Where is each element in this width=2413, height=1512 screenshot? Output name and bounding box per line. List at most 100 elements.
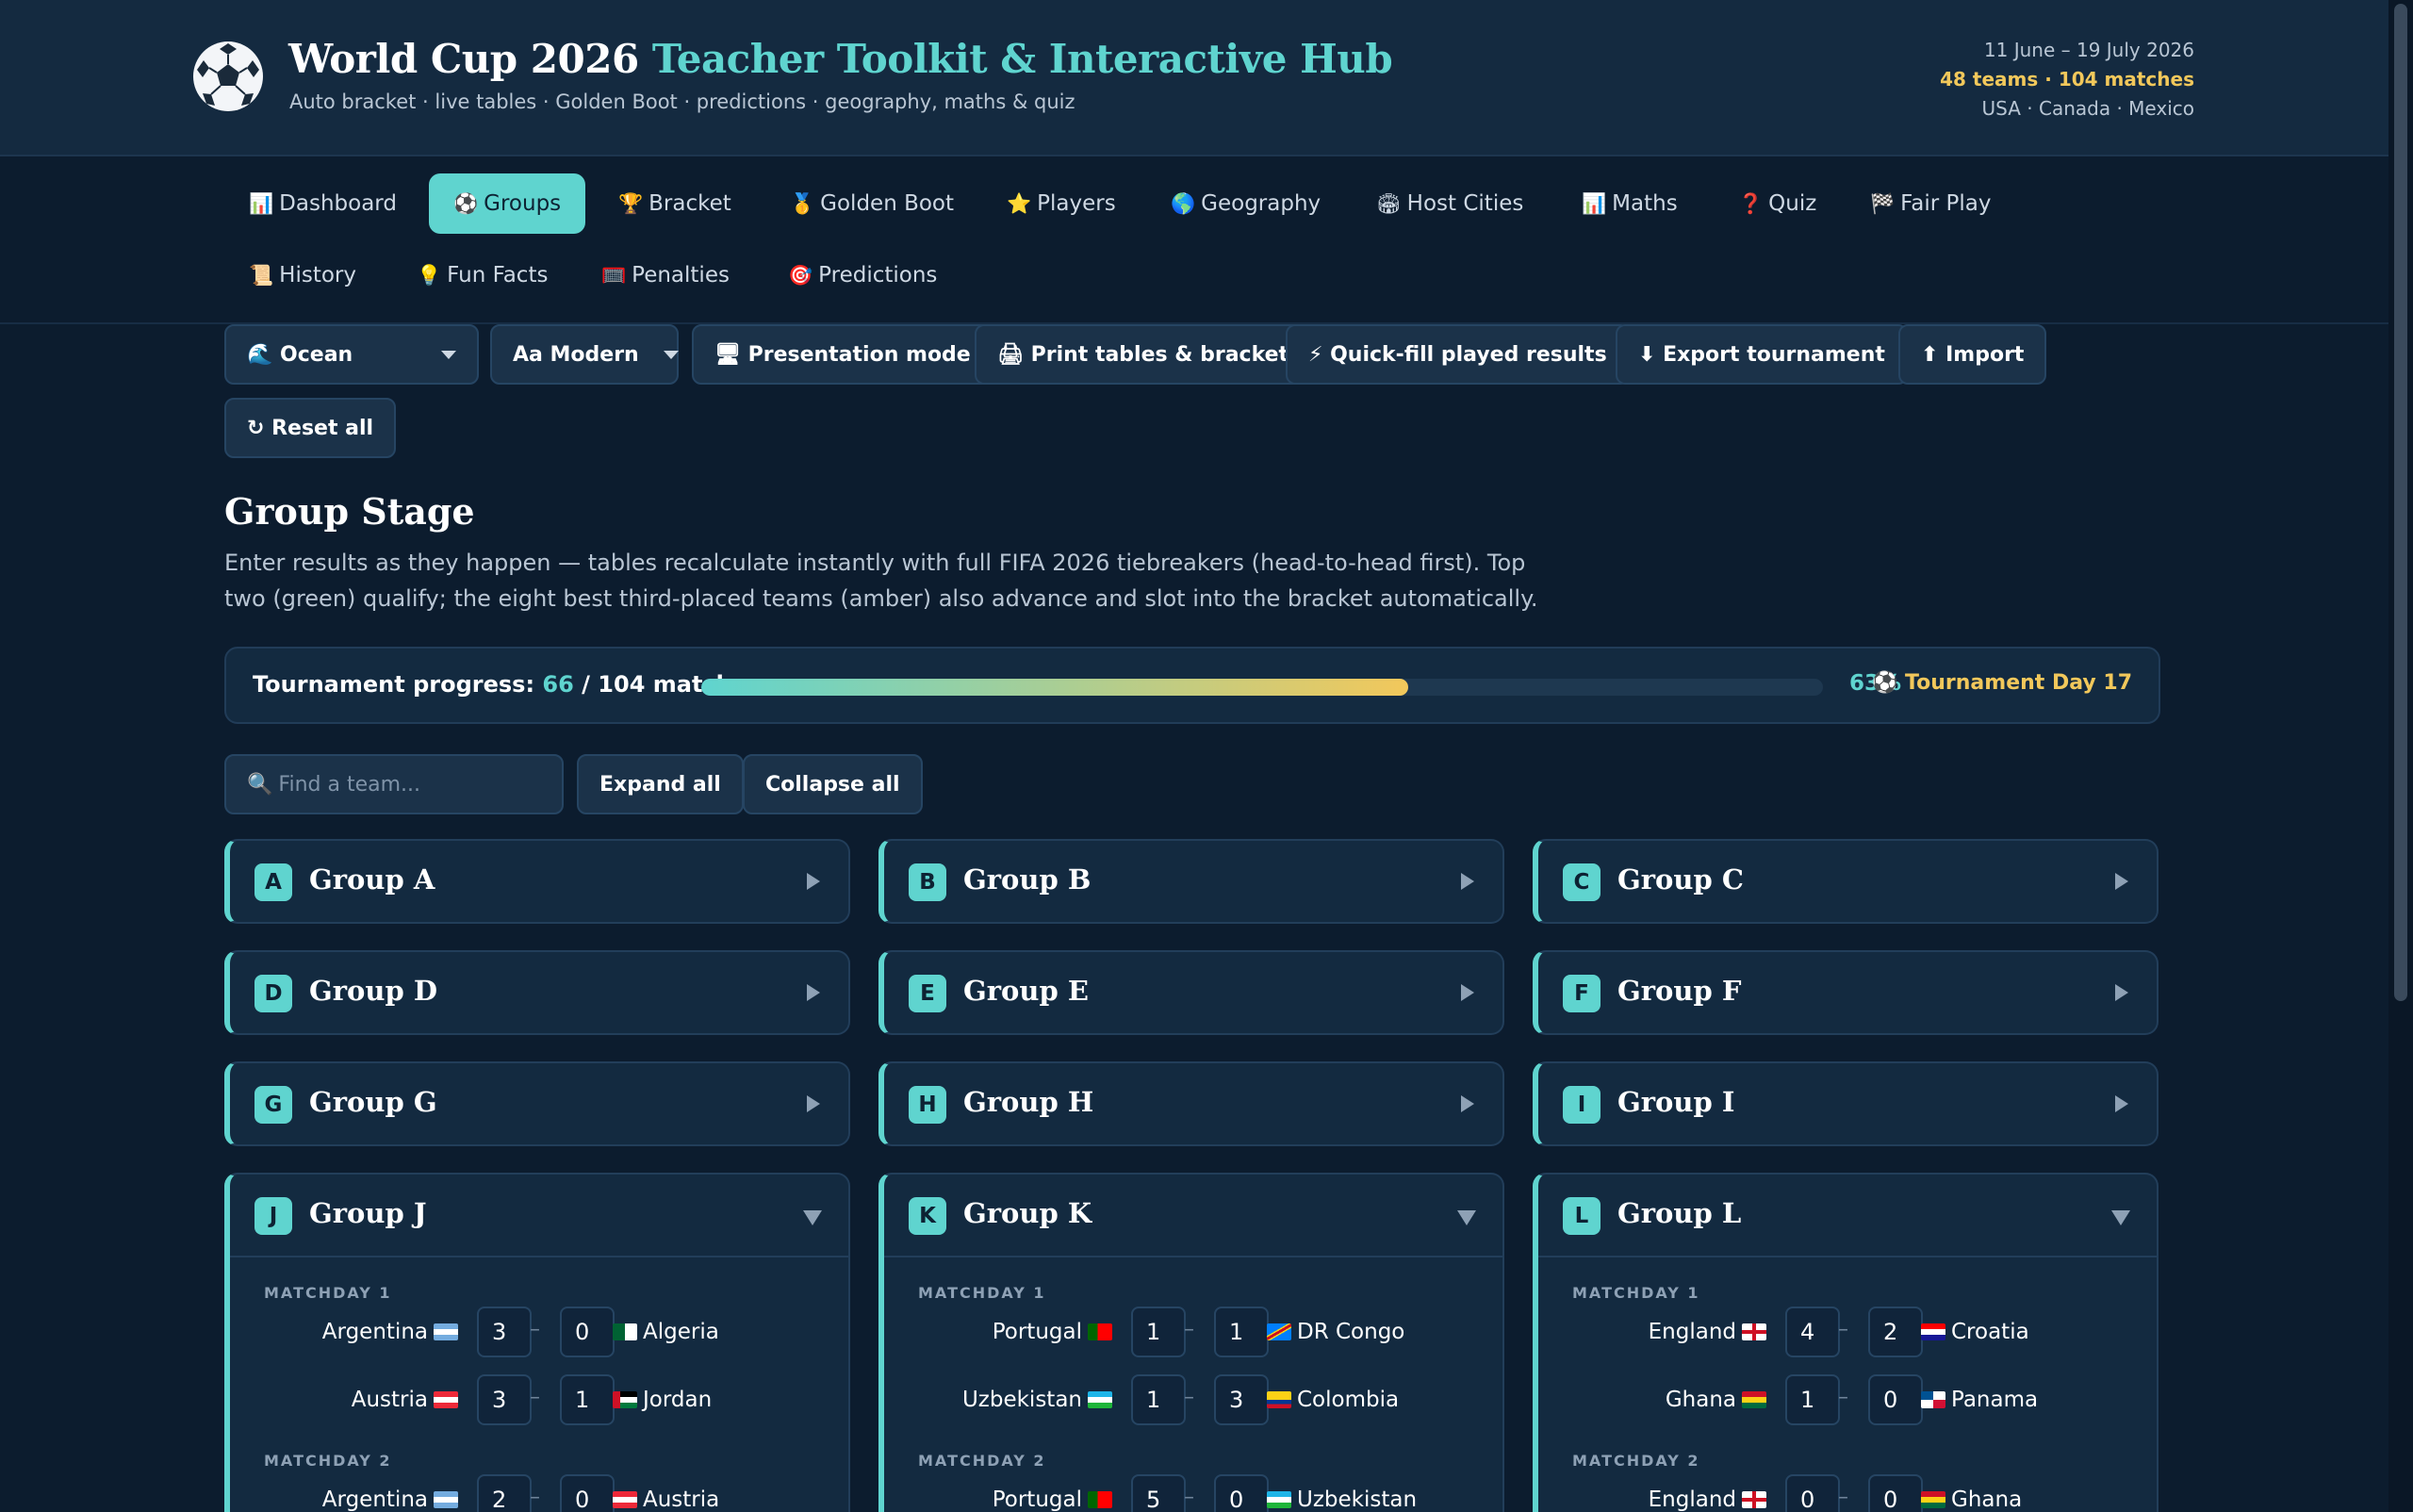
app-title-accent: Teacher Toolkit & Interactive Hub [651, 36, 1393, 82]
argentina-flag-icon [434, 1323, 458, 1340]
matchday-label: MATCHDAY 2 [264, 1452, 392, 1470]
group-header[interactable]: C Group C [1538, 841, 2157, 922]
tab-fun-facts[interactable]: 💡 Fun Facts [392, 245, 572, 305]
group-card-g[interactable]: G Group G [224, 1061, 850, 1146]
home-score-input[interactable]: 0 [1785, 1474, 1840, 1512]
tab-history[interactable]: 📜 History [224, 245, 381, 305]
group-card-i[interactable]: I Group I [1533, 1061, 2159, 1146]
group-header[interactable]: E Group E [884, 952, 1502, 1033]
group-header[interactable]: B Group B [884, 841, 1502, 922]
score-separator: – [1838, 1318, 1848, 1341]
tab-dashboard[interactable]: 📊 Dashboard [224, 173, 421, 234]
away-team-name: Colombia [1297, 1388, 1400, 1412]
match-row: Argentina 3 – 0 Algeria [230, 1305, 848, 1372]
croatia-flag-icon [1921, 1323, 1945, 1340]
expand-all-button[interactable]: Expand all [577, 754, 744, 814]
jordan-flag-icon [613, 1391, 637, 1408]
home-score-input[interactable]: 5 [1131, 1474, 1186, 1512]
tab-players[interactable]: ⭐ Players [982, 173, 1141, 234]
group-header[interactable]: F Group F [1538, 952, 2157, 1033]
tab-geography[interactable]: 🌎 Geography [1146, 173, 1345, 234]
tab-bracket[interactable]: 🏆 Bracket [594, 173, 756, 234]
main-nav: 📊 Dashboard ⚽ Groups 🏆 Bracket 🥇 Golden Boot… [0, 158, 2388, 324]
match-row: Austria 3 – 1 Jordan [230, 1372, 848, 1440]
group-badge: C [1563, 863, 1600, 901]
expand-arrow-icon [1461, 984, 1474, 1001]
portugal-flag-icon [1088, 1323, 1112, 1340]
tab-groups[interactable]: ⚽ Groups [429, 173, 586, 234]
tab-predictions[interactable]: 🎯 Predictions [763, 245, 961, 305]
group-card-k: K Group K MATCHDAY 1 Portugal 1 – 1 DR Co… [878, 1173, 1504, 1512]
group-badge: D [254, 975, 292, 1012]
tab-maths[interactable]: 📊 Maths [1557, 173, 1702, 234]
away-team-name: Uzbekistan [1297, 1487, 1418, 1512]
collapse-all-button[interactable]: Collapse all [743, 754, 923, 814]
font-select[interactable]: Aa Modern [490, 324, 679, 385]
tab-label: Quiz [1768, 191, 1817, 216]
group-card-b[interactable]: B Group B [878, 839, 1504, 924]
matchday-label: MATCHDAY 1 [1572, 1284, 1700, 1302]
ghana-flag-icon [1742, 1391, 1766, 1408]
print-button[interactable]: 🖨 Print tables & bracket [975, 324, 1312, 385]
portugal-flag-icon [1088, 1491, 1112, 1508]
group-header[interactable]: J Group J [230, 1175, 848, 1256]
group-card-h[interactable]: H Group H [878, 1061, 1504, 1146]
page-scrollbar[interactable] [2388, 0, 2413, 1512]
goal-icon: 🥅 [601, 263, 627, 287]
tab-fair-play[interactable]: 🏁 Fair Play [1846, 173, 2016, 234]
export-button[interactable]: ⬇ Export tournament [1616, 324, 1908, 385]
group-header[interactable]: G Group G [230, 1063, 848, 1144]
scrollbar-thumb[interactable] [2394, 4, 2407, 1001]
expand-arrow-icon [2115, 873, 2128, 890]
group-header[interactable]: L Group L [1538, 1175, 2157, 1256]
group-card-e[interactable]: E Group E [878, 950, 1504, 1035]
group-header[interactable]: K Group K [884, 1175, 1502, 1256]
group-badge: K [909, 1197, 946, 1235]
group-header[interactable]: D Group D [230, 952, 848, 1033]
dr-congo-flag-icon [1267, 1323, 1291, 1340]
score-separator: – [530, 1318, 540, 1341]
algeria-flag-icon [613, 1323, 637, 1340]
tab-label: Golden Boot [820, 191, 955, 216]
tab-golden-boot[interactable]: 🥇 Golden Boot [765, 173, 978, 234]
home-score-input[interactable]: 1 [1131, 1374, 1186, 1425]
home-team-name: Ghana [1665, 1388, 1736, 1412]
group-card-f[interactable]: F Group F [1533, 950, 2159, 1035]
group-header[interactable]: A Group A [230, 841, 848, 922]
group-badge: F [1563, 975, 1600, 1012]
group-card-d[interactable]: D Group D [224, 950, 850, 1035]
group-badge: I [1563, 1086, 1600, 1124]
home-score-input[interactable]: 3 [477, 1374, 532, 1425]
home-score-input[interactable]: 4 [1785, 1307, 1840, 1357]
tab-label: Players [1037, 191, 1116, 216]
tab-host-cities[interactable]: 🏟 Host Cities [1352, 173, 1548, 234]
match-row: England 0 – 0 Ghana [1538, 1472, 2157, 1512]
expand-arrow-icon [1461, 1095, 1474, 1112]
home-score-input[interactable]: 1 [1131, 1307, 1186, 1357]
group-matches: MATCHDAY 1 Argentina 3 – 0 Algeria Austr… [230, 1256, 848, 1512]
group-card-c[interactable]: C Group C [1533, 839, 2159, 924]
app-subtitle: Auto bracket · live tables · Golden Boot… [289, 90, 1075, 113]
collapse-arrow-icon [2111, 1210, 2130, 1225]
presentation-mode-button[interactable]: 🖥 Presentation mode [692, 324, 993, 385]
group-card-a[interactable]: A Group A [224, 839, 850, 924]
home-score-input[interactable]: 1 [1785, 1374, 1840, 1425]
reset-all-button[interactable]: ↻ Reset all [224, 398, 397, 458]
team-search[interactable]: 🔍 [224, 754, 564, 814]
group-header[interactable]: H Group H [884, 1063, 1502, 1144]
away-team: Ghana [1915, 1487, 2022, 1512]
search-icon: 🔍 [247, 772, 273, 797]
home-score-input[interactable]: 2 [477, 1474, 532, 1512]
tab-quiz[interactable]: ❓ Quiz [1714, 173, 1841, 234]
scroll-icon: 📜 [249, 263, 274, 287]
expand-arrow-icon [2115, 1095, 2128, 1112]
home-score-input[interactable]: 3 [477, 1307, 532, 1357]
group-header[interactable]: I Group I [1538, 1063, 2157, 1144]
tab-penalties[interactable]: 🥅 Penalties [577, 245, 754, 305]
theme-select[interactable]: 🌊 Ocean [224, 324, 479, 385]
group-badge: J [254, 1197, 292, 1235]
search-input[interactable] [278, 772, 541, 797]
quick-fill-button[interactable]: ⚡ Quick-fill played results [1286, 324, 1630, 385]
import-button[interactable]: ⬆ Import [1898, 324, 2047, 385]
away-team: Austria [607, 1487, 719, 1512]
